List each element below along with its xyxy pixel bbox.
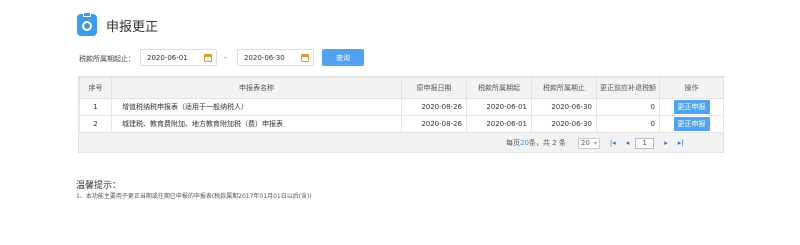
table-header-row: 序号 申报表名称 原申报日期 税款所属期起 税款所属期止 更正前应补退税额 操作 [79, 77, 724, 99]
correct-declaration-button[interactable]: 更正申报 [673, 117, 710, 131]
date-from-input[interactable] [141, 50, 201, 65]
period-label: 税款所属期起止： [79, 55, 135, 63]
page-size-value: 20 [580, 138, 590, 147]
pager-mid: 条，共 [528, 139, 550, 147]
row-period-end: 2020-06-30 [531, 98, 597, 116]
ring-shape [82, 21, 92, 31]
chevron-down-icon: ▾ [593, 139, 597, 147]
date-to-input[interactable] [238, 50, 298, 65]
table-row: 2 城建税、教育费附加、地方教育附加税（费）申报表 2020-08-26 202… [79, 115, 724, 133]
pager-suffix: 条 [558, 139, 566, 147]
page-number-input[interactable]: 1 [635, 137, 655, 149]
row-period-end: 2020-06-30 [531, 115, 597, 133]
col-name-header: 申报表名称 [111, 77, 402, 99]
correct-declaration-button[interactable]: 更正申报 [673, 100, 710, 114]
col-action-header: 操作 [659, 77, 724, 99]
page-title: 申报更正 [106, 20, 159, 35]
col-amount-header: 更正前应补退税额 [596, 77, 660, 99]
next-page-icon[interactable]: ▸ [664, 139, 668, 147]
date-from-field[interactable] [140, 49, 217, 66]
pager-per-page: 20 [520, 139, 529, 147]
col-index-header: 序号 [79, 77, 112, 99]
row-amount: 0 [596, 98, 660, 116]
last-page-icon[interactable]: ▸| [678, 139, 684, 147]
pager-total: 2 [552, 139, 557, 147]
row-amount: 0 [596, 115, 660, 133]
col-period-start-header: 税款所属期起 [466, 77, 532, 99]
row-declare-date: 2020-08-26 [401, 115, 467, 133]
date-separator: - [224, 53, 227, 62]
row-action-cell: 更正申报 [659, 115, 724, 133]
tips-title: 温馨提示： [76, 181, 122, 191]
row-period-start: 2020-06-01 [466, 98, 532, 116]
app-icon [77, 12, 97, 36]
pagination: 每页 20 条，共 2 条 20 ▾ |◂ ◂ 1 ▸ ▸| [506, 136, 684, 150]
row-index: 2 [79, 115, 112, 133]
declaration-table: 序号 申报表名称 原申报日期 税款所属期起 税款所属期止 更正前应补退税额 操作… [79, 77, 724, 133]
row-name: 城建税、教育费附加、地方教育附加税（费）申报表 [111, 115, 402, 133]
col-declare-date-header: 原申报日期 [401, 77, 467, 99]
calendar-icon[interactable] [204, 54, 212, 62]
row-period-start: 2020-06-01 [466, 115, 532, 133]
prev-page-icon[interactable]: ◂ [626, 139, 630, 147]
calendar-icon[interactable] [301, 54, 309, 62]
page-size-select[interactable]: 20 ▾ [577, 137, 600, 149]
row-name: 增值税纳税申报表（适用于一般纳税人） [111, 98, 402, 116]
row-index: 1 [79, 98, 112, 116]
clip-shape [83, 12, 91, 17]
row-action-cell: 更正申报 [659, 98, 724, 116]
date-to-field[interactable] [237, 49, 314, 66]
tips-text: 1、本功能主要用于更正当期或往期已申报的申报表(税款属期2017年01月01日以… [76, 193, 312, 200]
col-period-end-header: 税款所属期止 [531, 77, 597, 99]
table-row: 1 增值税纳税申报表（适用于一般纳税人） 2020-08-26 2020-06-… [79, 98, 724, 116]
first-page-icon[interactable]: |◂ [610, 139, 616, 147]
row-declare-date: 2020-08-26 [401, 98, 467, 116]
pager-prefix: 每页 [506, 139, 520, 147]
query-button[interactable]: 查询 [322, 49, 364, 66]
